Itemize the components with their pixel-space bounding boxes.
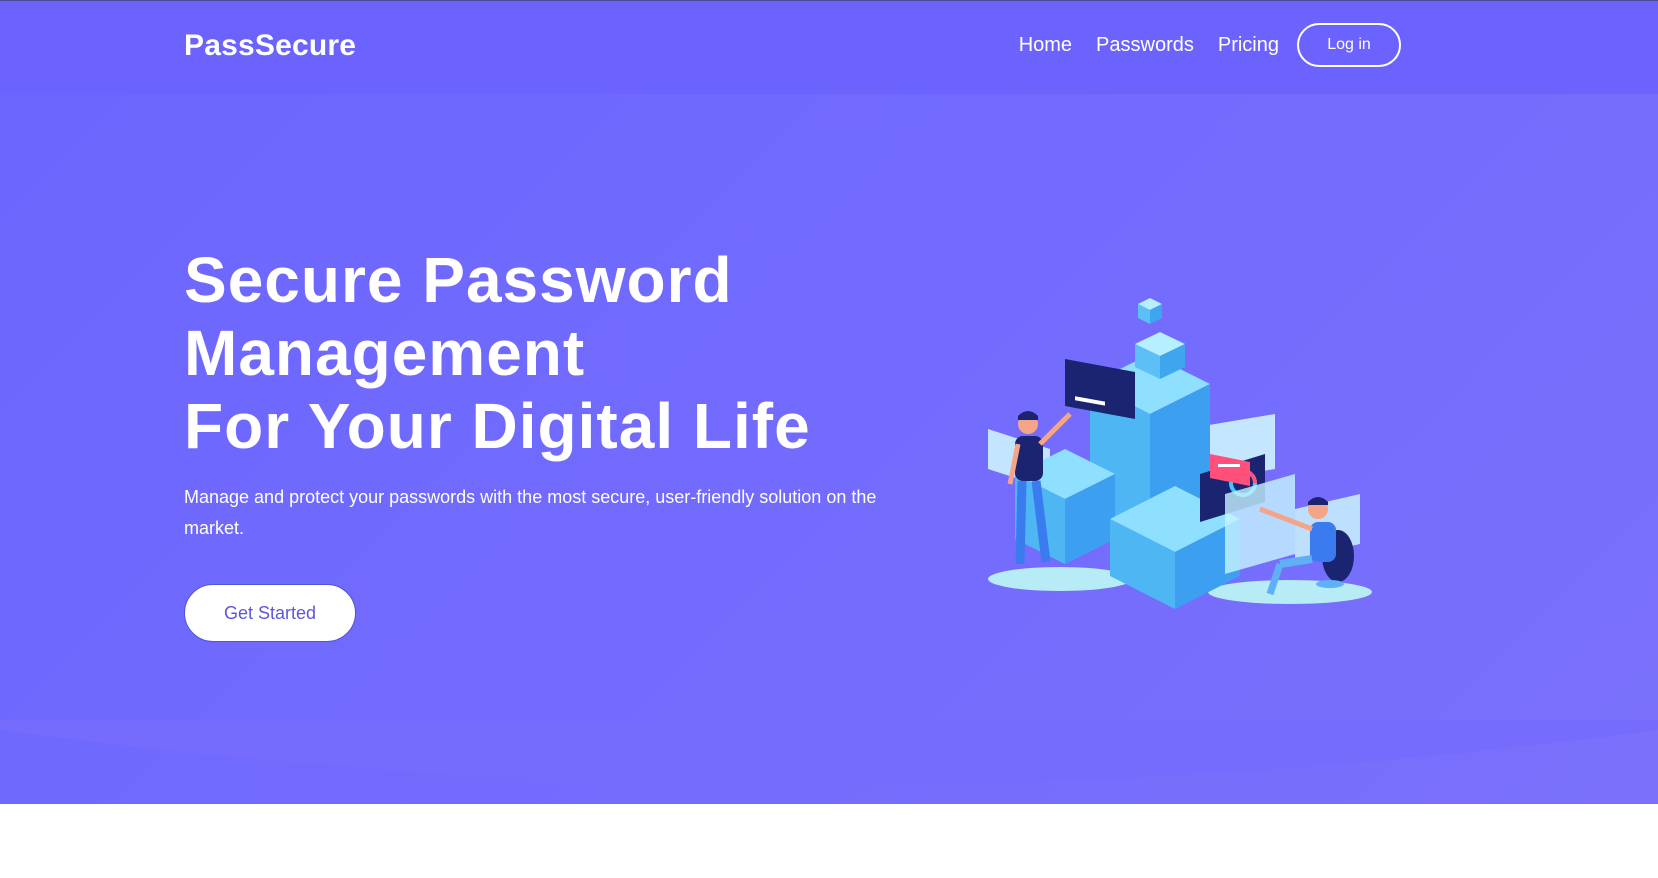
navbar: PassSecure Home Passwords Pricing Log in <box>0 1 1658 94</box>
get-started-button[interactable]: Get Started <box>184 584 356 642</box>
hero-title-line-1: Secure Password <box>184 244 733 316</box>
login-button[interactable]: Log in <box>1297 23 1401 67</box>
nav-link-pricing[interactable]: Pricing <box>1218 34 1279 57</box>
hero-title: Secure Password Management For Your Digi… <box>184 244 811 463</box>
hero-section: Secure Password Management For Your Digi… <box>0 94 1658 804</box>
nav-link-passwords[interactable]: Passwords <box>1096 34 1194 57</box>
nav-links: Home Passwords Pricing Log in <box>995 23 1401 67</box>
brand-logo[interactable]: PassSecure <box>184 29 356 63</box>
hero-title-line-3: For Your Digital Life <box>184 390 811 462</box>
hero-bottom-curve <box>0 720 1658 785</box>
isometric-data-security-illustration-icon <box>988 298 1372 609</box>
nav-link-home[interactable]: Home <box>1019 34 1072 57</box>
hero-subtitle: Manage and protect your passwords with t… <box>184 487 877 538</box>
hero-title-line-2: Management <box>184 317 586 389</box>
